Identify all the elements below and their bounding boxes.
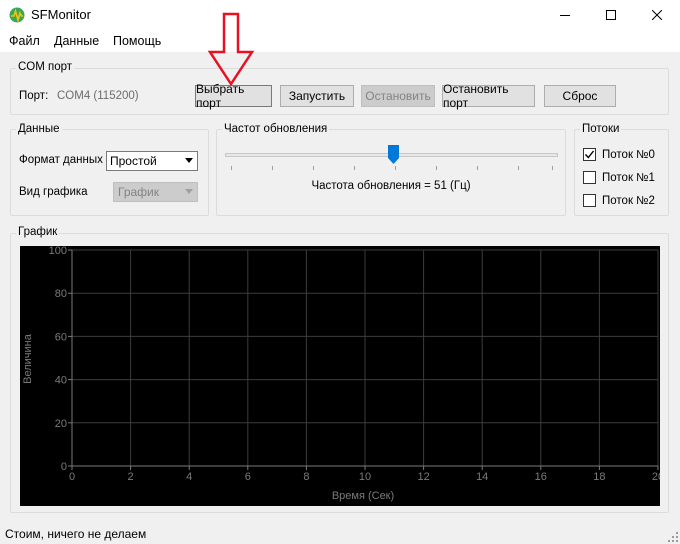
update-frequency-group-title: Частот обновления: [222, 123, 330, 135]
chart-background: [20, 246, 660, 506]
stream-2-label: Поток №2: [602, 194, 655, 207]
menu-bar: [0, 30, 680, 52]
stop-port-button[interactable]: Остановить порт: [442, 82, 535, 110]
chart-x-tick-label: 14: [476, 471, 488, 483]
slider-tick: [395, 166, 396, 170]
frequency-readout: Частота обновления = 51 (Гц): [311, 180, 471, 192]
chart-y-tick-label: 100: [49, 246, 67, 257]
streams-group-title: Потоки: [580, 123, 622, 135]
stream-0-checkbox[interactable]: Поток №0: [583, 148, 655, 161]
menu-help[interactable]: Помощь: [113, 34, 161, 48]
chart-plot[interactable]: 0 2 4 6 8 10 12 14 16 18 20 0 20 40 60 80 100 Время (Се…: [20, 246, 660, 506]
chart-x-axis-label: Время (Сек): [332, 490, 394, 502]
view-label: Вид графика: [19, 186, 88, 198]
format-label: Формат данных: [19, 154, 103, 166]
chart-y-tick-label: 0: [61, 461, 67, 473]
slider-tick: [313, 166, 314, 170]
close-icon: [652, 10, 662, 20]
stop-button[interactable]: Остановить: [361, 85, 435, 107]
chart-x-tick-label: 8: [303, 471, 309, 483]
chart-y-tick-label: 60: [55, 331, 67, 343]
menu-file[interactable]: Файл: [9, 34, 40, 48]
stream-2-checkbox[interactable]: Поток №2: [583, 194, 655, 207]
stream-1-checkbox[interactable]: Поток №1: [583, 171, 655, 184]
minimize-button[interactable]: [542, 0, 588, 30]
resize-grip-icon[interactable]: [667, 531, 679, 543]
maximize-button[interactable]: [588, 0, 634, 30]
chart-x-tick-label: 12: [417, 471, 429, 483]
slider-tick: [518, 166, 519, 170]
slider-tick: [477, 166, 478, 170]
com-port-group-title: COM порт: [16, 61, 75, 73]
chart-x-tick-label: 6: [245, 471, 251, 483]
menu-data[interactable]: Данные: [54, 34, 99, 48]
maximize-icon: [606, 10, 616, 20]
checkbox-box[interactable]: [583, 171, 596, 184]
format-select[interactable]: Простой: [106, 151, 198, 171]
chart-x-tick-label: 2: [128, 471, 134, 483]
chevron-down-icon: [185, 189, 193, 194]
slider-tick: [272, 166, 273, 170]
start-button[interactable]: Запустить: [280, 85, 354, 107]
chart-y-axis-label: Величина: [22, 333, 34, 384]
chart-x-tick-label: 10: [359, 471, 371, 483]
annotation-arrow-icon: [208, 12, 255, 87]
data-group: [10, 129, 209, 216]
app-icon: [9, 7, 25, 23]
slider-tick: [354, 166, 355, 170]
chart-y-tick-label: 80: [55, 288, 67, 300]
chart-x-tick-label: 0: [69, 471, 75, 483]
chart-x-tick-label: 4: [186, 471, 192, 483]
chart-y-tick-label: 40: [55, 375, 67, 387]
chevron-down-icon: [185, 158, 193, 163]
checkmark-icon: [584, 150, 595, 159]
chart-x-tick-label: 20: [652, 471, 660, 483]
port-label: Порт:: [19, 90, 49, 102]
slider-tick: [231, 166, 232, 170]
view-select-value: График: [118, 185, 159, 199]
window-title: SFMonitor: [31, 7, 91, 22]
checkbox-box[interactable]: [583, 194, 596, 207]
port-value: COM4 (115200): [57, 90, 139, 102]
chart-y-tick-label: 20: [55, 418, 67, 430]
view-select[interactable]: График: [113, 182, 198, 202]
close-button[interactable]: [634, 0, 680, 30]
select-port-button[interactable]: Выбрать порт: [195, 82, 272, 110]
slider-tick: [552, 166, 553, 170]
update-frequency-group: [216, 129, 566, 216]
reset-button[interactable]: Сброс: [544, 85, 616, 107]
slider-tick: [436, 166, 437, 170]
chart-x-tick-label: 18: [593, 471, 605, 483]
status-text: Стоим, ничего не делаем: [5, 527, 147, 541]
stream-1-label: Поток №1: [602, 171, 655, 184]
frequency-slider-thumb[interactable]: [388, 145, 399, 164]
format-select-value: Простой: [110, 154, 157, 168]
data-group-title: Данные: [16, 123, 62, 135]
checkbox-box[interactable]: [583, 148, 596, 161]
stream-0-label: Поток №0: [602, 148, 655, 161]
minimize-icon: [560, 14, 570, 16]
chart-x-tick-label: 16: [535, 471, 547, 483]
chart-group-title: График: [16, 226, 60, 238]
